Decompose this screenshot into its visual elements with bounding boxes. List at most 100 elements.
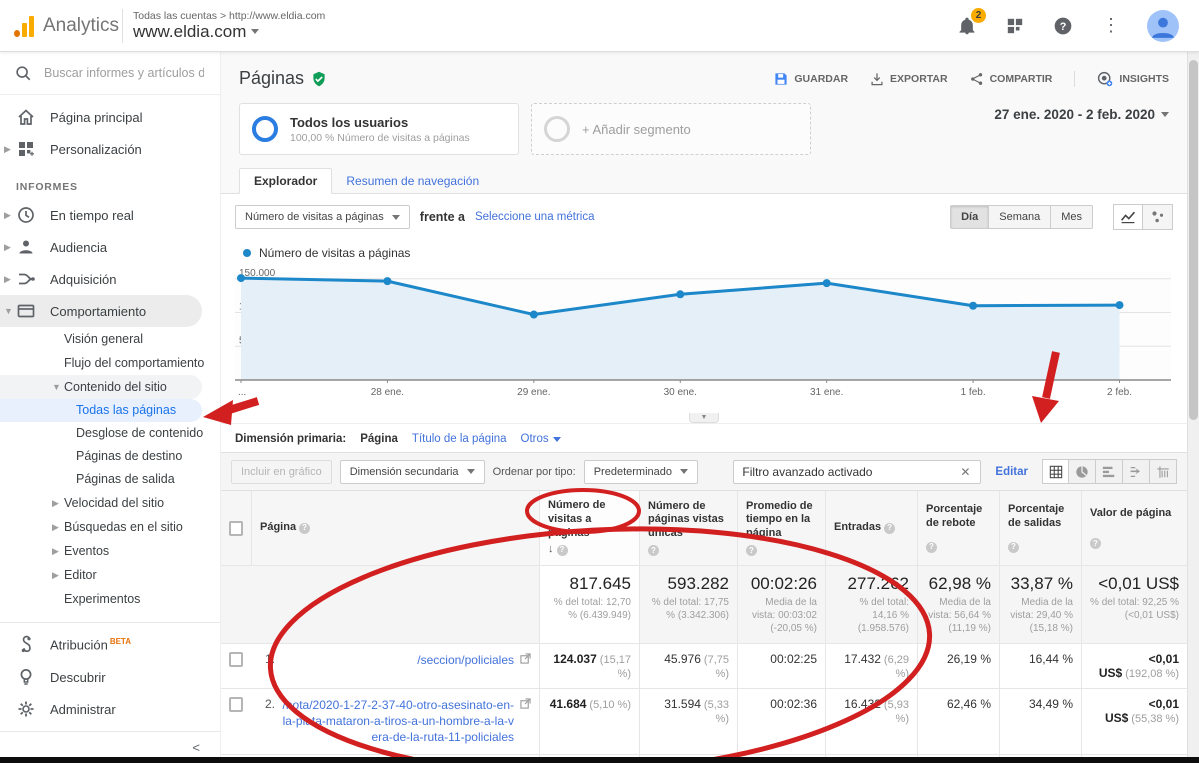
analytics-logo[interactable]: Analytics [0, 15, 122, 37]
sidebar-item-experimentos[interactable]: Experimentos [0, 587, 220, 611]
notifications-button[interactable]: 2 [955, 14, 979, 38]
tab-explorador[interactable]: Explorador [239, 168, 332, 194]
help-icon[interactable]: ? [299, 523, 310, 534]
insights-button[interactable]: INSIGHTS [1074, 71, 1169, 87]
table-view-group [1042, 459, 1177, 484]
column-header-porcentaje-de-salidas[interactable]: Porcentaje de salidas? [999, 491, 1081, 565]
pivot-view-button[interactable] [1150, 459, 1177, 484]
sort-type-dropdown[interactable]: Predeterminado [584, 460, 698, 484]
tab-resumen-navegacion[interactable]: Resumen de navegación [332, 169, 493, 193]
sidebar-item-personalizacion[interactable]: ▶Personalización [0, 133, 220, 165]
chevron-right-icon: ▶ [4, 210, 12, 221]
column-header-promedio-de-tiempo-en-la-pagina[interactable]: Promedio de tiempo en la página? [737, 491, 825, 565]
share-button[interactable]: COMPARTIR [970, 72, 1053, 86]
sidebar-item-contenido-del-sitio[interactable]: ▼Contenido del sitio [0, 375, 202, 399]
help-icon[interactable]: ? [884, 523, 895, 534]
performance-view-button[interactable] [1096, 459, 1123, 484]
sidebar-item-paginas-de-destino[interactable]: Páginas de destino [0, 445, 220, 468]
open-page-icon[interactable] [520, 653, 531, 664]
sidebar-item-pagina-principal[interactable]: Página principal [0, 101, 220, 133]
page-link[interactable]: /seccion/policiales [281, 652, 514, 680]
sidebar-item-busquedas-en-el-sitio[interactable]: ▶Búsquedas en el sitio [0, 515, 220, 539]
column-header-label: Número de visitas a páginas [548, 499, 631, 540]
help-icon[interactable]: ? [1090, 538, 1101, 549]
dimension-titulo-pagina[interactable]: Título de la página [412, 433, 507, 445]
help-icon[interactable]: ? [557, 545, 568, 556]
dimension-otros[interactable]: Otros [521, 433, 561, 445]
sidebar-item-adquisicion[interactable]: ▶Adquisición [0, 263, 220, 295]
timeseries-chart[interactable]: 50.000100.000150.000...28 ene.29 ene.30 … [221, 262, 1187, 423]
clear-filter-icon[interactable]: ✕ [958, 465, 972, 479]
svg-text:28 ene.: 28 ene. [371, 387, 404, 398]
column-header-numero-de-visitas-a-paginas[interactable]: Número de visitas a páginas ↓? [539, 491, 639, 565]
secondary-dimension-dropdown[interactable]: Dimensión secundaria [340, 460, 485, 484]
help-icon[interactable]: ? [1008, 542, 1019, 553]
search-input[interactable] [44, 66, 204, 80]
data-view-button[interactable] [1042, 459, 1069, 484]
help-icon[interactable]: ? [746, 545, 757, 556]
user-avatar[interactable] [1147, 10, 1179, 42]
sidebar-item-editor[interactable]: ▶Editor [0, 563, 220, 587]
sidebar-search[interactable] [0, 52, 220, 95]
dimension-pagina[interactable]: Página [360, 433, 398, 445]
export-button[interactable]: EXPORTAR [870, 72, 948, 86]
sidebar-item-eventos[interactable]: ▶Eventos [0, 539, 220, 563]
sidebar-item-atribucion[interactable]: AtribuciónBETA [0, 629, 220, 661]
help-icon[interactable]: ? [926, 542, 937, 553]
column-header-valor-de-pagina[interactable]: Valor de página? [1081, 491, 1187, 565]
sidebar-item-comportamiento[interactable]: ▼Comportamiento [0, 295, 202, 327]
granularity-week-button[interactable]: Semana [989, 205, 1051, 229]
add-segment-button[interactable]: + Añadir segmento [531, 103, 811, 155]
svg-text:29 ene.: 29 ene. [517, 387, 550, 398]
percentage-view-button[interactable] [1069, 459, 1096, 484]
column-header-pagina[interactable]: Página? [251, 491, 539, 565]
sort-desc-icon[interactable]: ↓ [548, 543, 554, 557]
row-checkbox[interactable] [229, 697, 243, 712]
sidebar-item-todas-las-paginas[interactable]: Todas las páginas [0, 399, 202, 422]
line-chart-type-button[interactable] [1113, 204, 1143, 230]
svg-text:1 feb.: 1 feb. [961, 387, 986, 398]
metric-selector-dropdown[interactable]: Número de visitas a páginas [235, 205, 410, 229]
sidebar-item-audiencia[interactable]: ▶Audiencia [0, 231, 220, 263]
page-link[interactable]: /nota/2020-1-27-2-37-40-otro-asesinato-e… [281, 697, 514, 746]
granularity-month-button[interactable]: Mes [1051, 205, 1093, 229]
legend-label: Número de visitas a páginas [259, 246, 410, 260]
page-title: Páginas [239, 68, 327, 89]
include-in-chart-button[interactable]: Incluir en gráfico [231, 460, 332, 484]
column-header-entradas[interactable]: Entradas? [825, 491, 917, 565]
versus-label: frente a [420, 210, 465, 224]
vertical-scrollbar[interactable] [1187, 52, 1199, 763]
date-range-selector[interactable]: 27 ene. 2020 - 2 feb. 2020 [994, 103, 1169, 122]
granularity-day-button[interactable]: Día [950, 205, 989, 229]
column-header-numero-de-paginas-vistas-unicas[interactable]: Número de páginas vistas únicas? [639, 491, 737, 565]
row-checkbox[interactable] [229, 652, 243, 667]
sidebar-item-vision-general[interactable]: Visión general [0, 327, 220, 351]
help-icon[interactable]: ? [648, 545, 659, 556]
totals-value: 62,98 % [926, 574, 991, 594]
account-selector[interactable]: www.eldia.com [133, 22, 325, 42]
column-header-porcentaje-de-rebote[interactable]: Porcentaje de rebote? [917, 491, 999, 565]
sidebar-item-descubrir[interactable]: Descubrir [0, 661, 220, 693]
comparison-view-button[interactable] [1123, 459, 1150, 484]
select-all-checkbox[interactable] [229, 521, 243, 536]
scrollbar-thumb[interactable] [1189, 60, 1198, 420]
select-metric-link[interactable]: Seleccione una métrica [475, 211, 595, 223]
sidebar-item-administrar[interactable]: Administrar [0, 693, 220, 725]
edit-filter-link[interactable]: Editar [995, 466, 1028, 478]
sidebar-item-paginas-de-salida[interactable]: Páginas de salida [0, 468, 220, 491]
sidebar-item-desglose-de-contenido[interactable]: Desglose de contenido [0, 422, 220, 445]
sidebar-item-en-tiempo-real[interactable]: ▶En tiempo real [0, 199, 220, 231]
apps-grid-button[interactable] [1003, 14, 1027, 38]
sidebar-bottom-nav: AtribuciónBETADescubrirAdministrar [0, 622, 220, 725]
advanced-filter-chip[interactable]: Filtro avanzado activado ✕ [733, 460, 981, 484]
sidebar-item-flujo-del-comportamiento[interactable]: Flujo del comportamiento [0, 351, 220, 375]
save-button[interactable]: GUARDAR [774, 72, 848, 86]
motion-chart-type-button[interactable] [1143, 204, 1173, 230]
chevron-right-icon: ▶ [4, 144, 12, 155]
help-button[interactable]: ? [1051, 14, 1075, 38]
chart-collapse-handle[interactable]: ▼ [689, 413, 719, 423]
sidebar-item-velocidad-del-sitio[interactable]: ▶Velocidad del sitio [0, 491, 220, 515]
open-page-icon[interactable] [520, 698, 531, 709]
more-options-button[interactable]: ⋮ [1099, 14, 1123, 38]
segment-card-all-users[interactable]: Todos los usuarios 100,00 % Número de vi… [239, 103, 519, 155]
